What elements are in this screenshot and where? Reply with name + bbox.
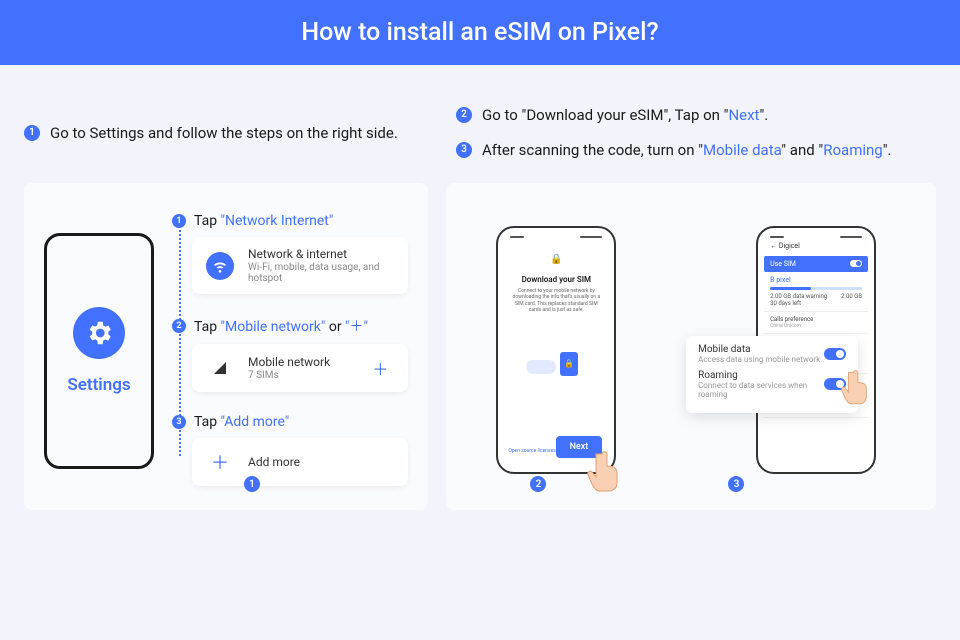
calls-preference-row[interactable]: Calls preference China Unicom	[764, 312, 868, 334]
page-header: How to install an eSIM on Pixel?	[0, 0, 960, 65]
intro-right: 2 Go to "Download your eSIM", Tap on "Ne…	[456, 105, 936, 161]
card-subtitle: 7 SIMs	[248, 370, 330, 381]
phone-download-sim: 🔒 Download your SIM Connect to your mobi…	[496, 226, 616, 474]
highlight-roaming: Roaming	[823, 141, 882, 159]
intro-item-2: 2 Go to "Download your eSIM", Tap on "Ne…	[456, 105, 936, 126]
step-3-bullet: 3	[172, 415, 186, 429]
mobile-data-row[interactable]: Mobile data Access data using mobile net…	[698, 344, 846, 364]
plan-row: B pixel 2.00 GB data warning2.00 GB 30 d…	[764, 272, 868, 312]
settings-app-icon	[73, 307, 125, 359]
intro-left: 1 Go to Settings and follow the steps on…	[24, 105, 444, 161]
step-1: 1 Tap "Network Internet" Network & inter…	[172, 213, 408, 294]
intro-row: 1 Go to Settings and follow the steps on…	[0, 65, 960, 183]
cloud-icon	[526, 360, 556, 374]
bullet-2: 2	[456, 107, 472, 123]
intro-text-1: Go to Settings and follow the steps on t…	[50, 123, 398, 144]
popup-toggles: Mobile data Access data using mobile net…	[686, 336, 858, 413]
mobile-data-label: Mobile data	[698, 344, 820, 355]
use-sim-row[interactable]: Use SIM	[764, 256, 868, 272]
panel-right-badges: 2 3	[530, 474, 744, 492]
intro-text-2: Go to "Download your eSIM", Tap on "Next…	[482, 105, 768, 126]
panel-1-badge: 1	[244, 472, 260, 493]
card-mobile-network[interactable]: Mobile network 7 SIMs ＋	[192, 344, 408, 392]
card-title: Network & internet	[248, 247, 394, 261]
panel-left: Settings 1 Tap "Network Internet" Networ…	[24, 183, 428, 510]
step-3-title: 3 Tap "Add more"	[172, 414, 408, 430]
lock-icon: 🔒	[512, 254, 600, 265]
panel-3-badge: 3	[728, 476, 744, 492]
card-network-internet[interactable]: Network & internet Wi-Fi, mobile, data u…	[192, 237, 408, 294]
signal-icon	[206, 354, 234, 382]
step-1-title: 1 Tap "Network Internet"	[172, 213, 408, 229]
highlight-mobile-data: Mobile data	[703, 141, 781, 159]
page-title: How to install an eSIM on Pixel?	[301, 18, 658, 47]
intro-text-3: After scanning the code, turn on "Mobile…	[482, 140, 891, 161]
card-add-more[interactable]: ＋ Add more	[192, 438, 408, 486]
card-title: Mobile network	[248, 355, 330, 369]
sim-illustration: 🔒	[526, 344, 586, 388]
bullet-3: 3	[456, 142, 472, 158]
highlight-next: Next	[728, 106, 759, 124]
download-sim-desc: Connect to your mobile network by downlo…	[512, 288, 600, 314]
plus-icon: ＋	[206, 448, 234, 476]
use-sim-toggle[interactable]	[850, 260, 862, 267]
phone-settings: Settings	[44, 233, 154, 469]
back-arrow-icon[interactable]: ←	[770, 242, 777, 250]
roaming-sub: Connect to data services when roaming	[698, 381, 824, 399]
roaming-label: Roaming	[698, 370, 824, 381]
download-sim-title: Download your SIM	[512, 275, 600, 284]
step-2: 2 Tap "Mobile network" or "＋" Mobile net…	[172, 316, 408, 392]
gear-icon	[84, 318, 114, 348]
panels: Settings 1 Tap "Network Internet" Networ…	[0, 183, 960, 510]
step-1-bullet: 1	[172, 214, 186, 228]
phone-sim-settings-group: ← Digicel Use SIM B pixel 2.00 GB data w…	[696, 226, 886, 474]
roaming-row[interactable]: Roaming Connect to data services when ro…	[698, 370, 846, 399]
step-2-title: 2 Tap "Mobile network" or "＋"	[172, 316, 408, 336]
intro-item-3: 3 After scanning the code, turn on "Mobi…	[456, 140, 936, 161]
panel-2-badge: 2	[530, 476, 546, 492]
mobile-data-sub: Access data using mobile network	[698, 355, 820, 364]
steps-column: 1 Tap "Network Internet" Network & inter…	[172, 213, 408, 486]
use-sim-label: Use SIM	[770, 260, 796, 268]
mobile-data-toggle[interactable]	[824, 348, 846, 360]
bullet-1: 1	[24, 125, 40, 141]
pointer-hand-icon	[840, 367, 874, 405]
panel-right: 🔒 Download your SIM Connect to your mobi…	[446, 183, 936, 510]
wifi-icon	[206, 252, 234, 280]
step-3: 3 Tap "Add more" ＋ Add more	[172, 414, 408, 486]
step-2-bullet: 2	[172, 319, 186, 333]
card-subtitle: Wi-Fi, mobile, data usage, and hotspot	[248, 262, 394, 284]
carrier-name: Digicel	[779, 242, 800, 250]
card-title: Add more	[248, 455, 300, 469]
data-usage-bar	[770, 287, 862, 290]
sim-card-icon: 🔒	[560, 352, 578, 376]
download-sim-screen: 🔒 Download your SIM Connect to your mobi…	[504, 240, 608, 396]
settings-app-label: Settings	[67, 375, 130, 395]
intro-item-1: 1 Go to Settings and follow the steps on…	[24, 123, 444, 144]
plus-button[interactable]: ＋	[366, 354, 394, 382]
